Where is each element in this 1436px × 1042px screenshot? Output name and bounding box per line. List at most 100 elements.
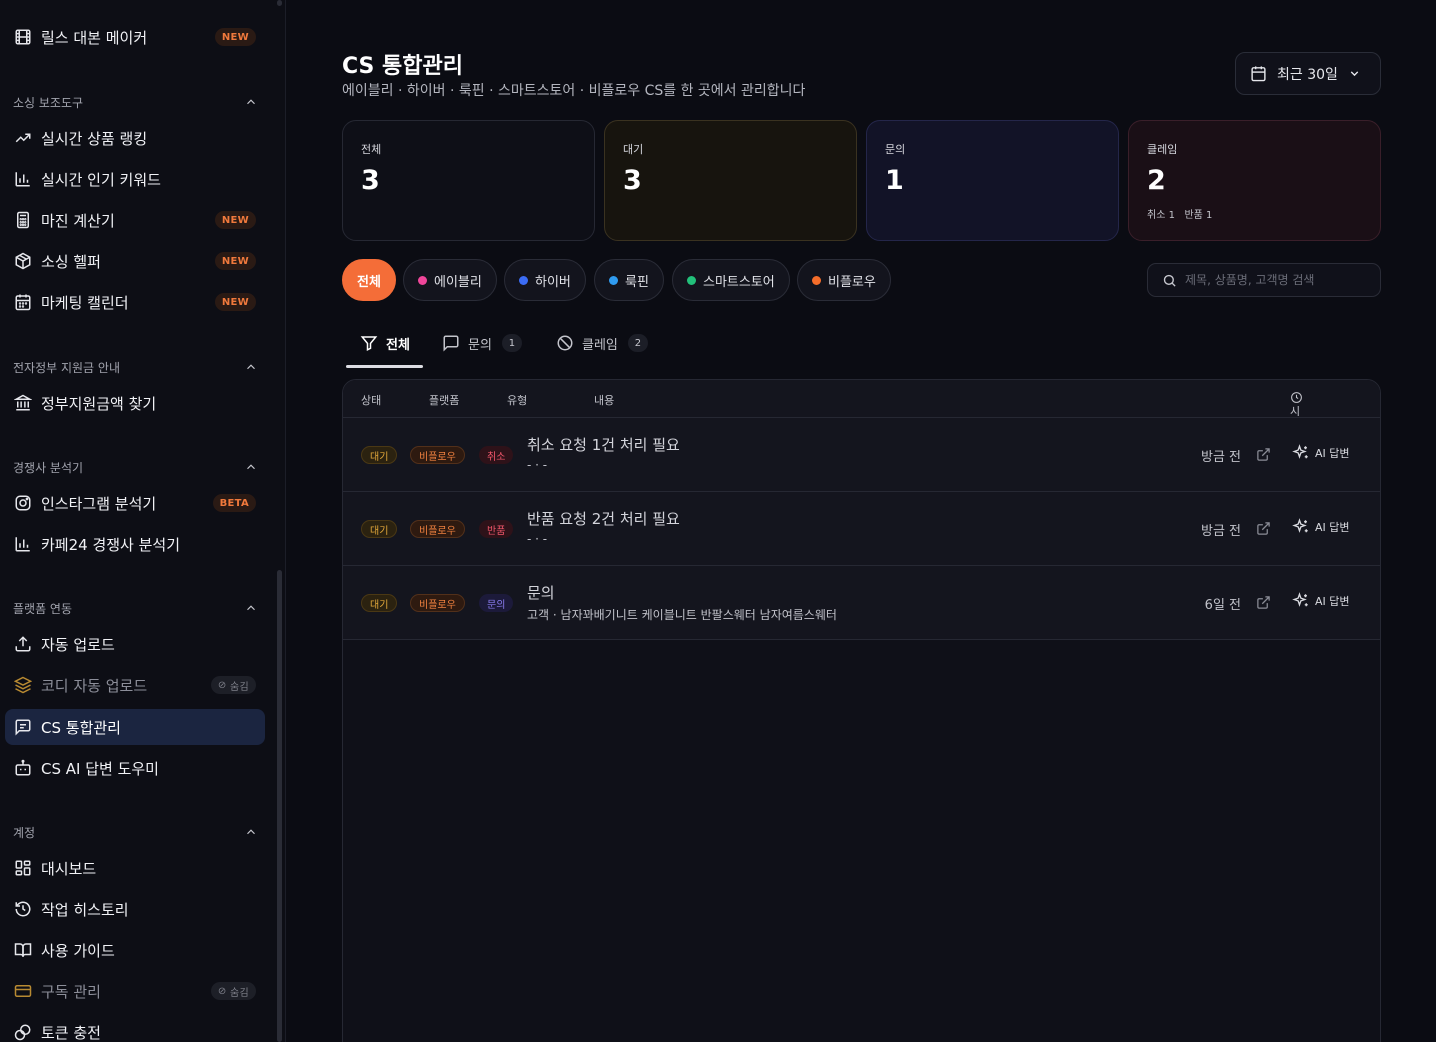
search-icon: [1163, 274, 1176, 287]
table-row[interactable]: 대기 비플로우 반품 반품 요청 2건 처리 필요 - · - 방금 전 AI …: [343, 492, 1380, 566]
ai-reply-button[interactable]: AI 답변: [1292, 444, 1350, 462]
sparkles-icon: [1292, 518, 1308, 533]
section-header-competitor[interactable]: 경쟁사 분석기: [13, 457, 258, 477]
status-badge: 대기: [361, 446, 398, 464]
trending-up-icon: [14, 129, 32, 147]
film-icon: [14, 28, 32, 46]
eye-off-icon: ⊘: [217, 679, 230, 691]
section-header-sourcing[interactable]: 소싱 보조도구: [13, 92, 258, 112]
type-badge: 취소: [479, 446, 514, 464]
upload-icon: [14, 635, 32, 653]
filter-chip-smartstore[interactable]: 스마트스토어: [672, 259, 790, 301]
sidebar-item-cs-management[interactable]: CS 통합관리: [5, 709, 265, 745]
sidebar-item-history[interactable]: 작업 히스토리: [5, 891, 265, 927]
stat-label: 전체: [361, 143, 382, 156]
search-box[interactable]: [1147, 263, 1381, 297]
section-header-account[interactable]: 계정: [13, 822, 258, 842]
external-link-icon[interactable]: [1256, 521, 1271, 536]
sidebar-item-subscription[interactable]: 구독 관리 ⊘ 숨김: [5, 973, 265, 1009]
sidebar-item-coordi-upload[interactable]: 코디 자동 업로드 ⊘ 숨김: [5, 667, 265, 703]
chevron-down-icon: [1350, 71, 1359, 77]
beta-badge: BETA: [212, 494, 256, 512]
sidebar-item-token-charge[interactable]: 토큰 충전: [5, 1014, 265, 1042]
filter-chip-beflow[interactable]: 비플로우: [797, 259, 891, 301]
stat-detail: 취소 1 반품 1: [1147, 210, 1213, 221]
sidebar-item-instagram-analyzer[interactable]: 인스타그램 분석기 BETA: [5, 485, 265, 521]
bar-chart-icon: [14, 535, 32, 553]
ai-reply-label: AI 답변: [1315, 447, 1350, 460]
tab-label: 클레임: [582, 337, 618, 353]
section-title: 경쟁사 분석기: [13, 460, 84, 475]
sidebar-scrollbar[interactable]: [277, 570, 282, 1042]
sidebar-item-label: 카페24 경쟁사 분석기: [41, 535, 181, 554]
sidebar-item-label: 대시보드: [41, 859, 97, 878]
sidebar-item-realtime-ranking[interactable]: 실시간 상품 랭킹: [5, 120, 265, 156]
platform-dot: [418, 275, 427, 285]
platform-dot: [519, 275, 528, 285]
stat-value: 3: [361, 165, 380, 196]
sidebar-item-cafe24-analyzer[interactable]: 카페24 경쟁사 분석기: [5, 526, 265, 562]
filter-chip-lookpin[interactable]: 룩핀: [594, 259, 664, 301]
chip-label: 하이버: [535, 274, 571, 290]
hidden-badge: ⊘ 숨김: [210, 676, 256, 694]
status-badge: 대기: [361, 594, 398, 612]
chip-label: 룩핀: [625, 274, 649, 290]
section-title: 플랫폼 연동: [13, 601, 73, 616]
ai-reply-button[interactable]: AI 답변: [1292, 592, 1350, 610]
sidebar: 릴스 대본 메이커 NEW 소싱 보조도구 실시간 상품 랭킹 실시간 인기 키…: [0, 0, 286, 1042]
sidebar-item-label: 마진 계산기: [41, 211, 115, 230]
tab-all[interactable]: 전체: [360, 318, 410, 368]
tab-claim[interactable]: 클레임 2: [556, 318, 648, 368]
sidebar-item-label: 인스타그램 분석기: [41, 494, 157, 513]
stat-value: 3: [623, 165, 642, 196]
table-row[interactable]: 대기 비플로우 취소 취소 요청 1건 처리 필요 - · - 방금 전 AI …: [343, 418, 1380, 492]
chip-label: 에이블리: [434, 274, 482, 290]
sidebar-item-label: 실시간 상품 랭킹: [41, 129, 148, 148]
sidebar-item-gov-grant-finder[interactable]: 정부지원금액 찾기: [5, 385, 265, 421]
filter-chip-all[interactable]: 전체: [342, 259, 396, 301]
layers-icon: [14, 676, 32, 694]
chevron-up-icon: [247, 605, 255, 611]
filter-chip-ably[interactable]: 에이블리: [403, 259, 497, 301]
platform-dot: [609, 275, 618, 285]
table-row[interactable]: 대기 비플로우 문의 문의 고객 · 남자꽈배기니트 케이블니트 반팔스웨터 남…: [343, 566, 1380, 640]
tab-inquiry[interactable]: 문의 1: [442, 318, 522, 368]
sidebar-item-label: 구독 관리: [41, 982, 101, 1001]
col-status: 상태: [361, 394, 382, 407]
sidebar-scrollbar-top[interactable]: [277, 0, 282, 6]
sidebar-item-label: 코디 자동 업로드: [41, 676, 148, 695]
sidebar-item-reels-script[interactable]: 릴스 대본 메이커 NEW: [5, 19, 265, 55]
sidebar-item-marketing-calendar[interactable]: 마케팅 캘린더 NEW: [5, 284, 265, 320]
row-subtitle: - · -: [527, 458, 548, 472]
external-link-icon[interactable]: [1256, 447, 1271, 462]
sidebar-item-realtime-keywords[interactable]: 실시간 인기 키워드: [5, 161, 265, 197]
chevron-up-icon: [247, 829, 255, 835]
calendar-icon: [1251, 66, 1266, 82]
external-link-icon[interactable]: [1256, 595, 1271, 610]
sidebar-item-sourcing-helper[interactable]: 소싱 헬퍼 NEW: [5, 243, 265, 279]
sidebar-item-label: 소싱 헬퍼: [41, 252, 101, 271]
sidebar-item-margin-calculator[interactable]: 마진 계산기 NEW: [5, 202, 265, 238]
sidebar-item-guide[interactable]: 사용 가이드: [5, 932, 265, 968]
ai-reply-button[interactable]: AI 답변: [1292, 518, 1350, 536]
filter-chip-hiver[interactable]: 하이버: [504, 259, 586, 301]
status-badge: 대기: [361, 520, 398, 538]
sidebar-item-label: 정부지원금액 찾기: [41, 394, 157, 413]
date-range-select[interactable]: 최근 30일: [1235, 52, 1381, 95]
row-subtitle: 고객 · 남자꽈배기니트 케이블니트 반팔스웨터 남자여름스웨터: [527, 608, 837, 622]
row-time: 6일 전: [1204, 598, 1241, 613]
chip-label: 비플로우: [828, 274, 876, 290]
section-header-platform[interactable]: 플랫폼 연동: [13, 598, 258, 618]
stat-card-total: 전체 3: [342, 120, 595, 241]
row-title: 반품 요청 2건 처리 필요: [527, 510, 680, 528]
stat-label: 문의: [885, 143, 906, 156]
sidebar-item-dashboard[interactable]: 대시보드: [5, 850, 265, 886]
sidebar-item-label: 토큰 충전: [41, 1023, 101, 1042]
sidebar-item-cs-ai-helper[interactable]: CS AI 답변 도우미: [5, 750, 265, 786]
sidebar-item-auto-upload[interactable]: 자동 업로드: [5, 626, 265, 662]
section-header-gov-support[interactable]: 전자정부 지원금 안내: [13, 357, 258, 377]
row-subtitle: - · -: [527, 532, 548, 546]
chevron-up-icon: [247, 99, 255, 105]
col-content: 내용: [594, 394, 615, 407]
search-input[interactable]: [1185, 273, 1375, 287]
